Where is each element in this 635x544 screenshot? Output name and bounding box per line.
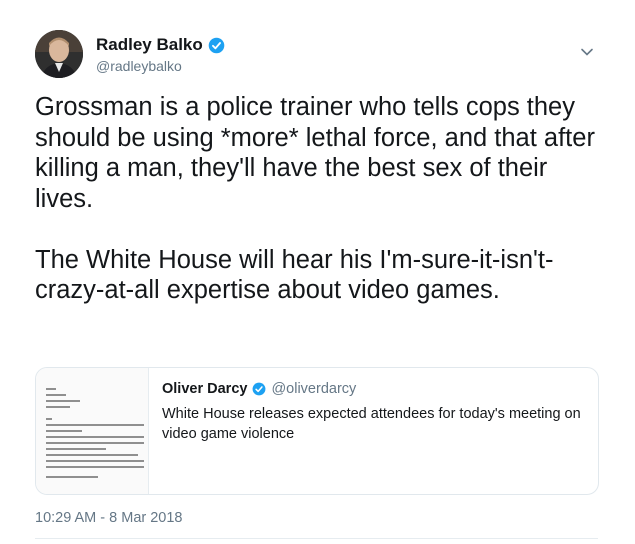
quoted-tweet-text: White House releases expected attendees …	[162, 406, 581, 442]
quoted-tweet-thumbnail	[36, 368, 149, 494]
author-name[interactable]: Radley Balko	[96, 35, 225, 55]
avatar-photo	[35, 30, 83, 78]
document-thumbnail-image	[46, 388, 144, 478]
quoted-tweet-header: Oliver Darcy @oliverdarcy	[162, 381, 356, 397]
tweet-text: Grossman is a police trainer who tells c…	[35, 93, 595, 304]
tweet-timestamp[interactable]: 10:29 AM - 8 Mar 2018	[35, 510, 183, 526]
quoted-author-name[interactable]: Oliver Darcy	[162, 381, 247, 397]
quoted-tweet-card[interactable]: Oliver Darcy @oliverdarcy White House re…	[35, 367, 599, 495]
quoted-author-handle[interactable]: @oliverdarcy	[271, 381, 356, 397]
verified-badge-icon	[253, 382, 266, 396]
verified-badge-icon	[208, 37, 225, 53]
author-handle[interactable]: @radleybalko	[96, 58, 182, 74]
author-name-text[interactable]: Radley Balko	[96, 35, 203, 55]
divider	[35, 538, 598, 539]
chevron-down-icon[interactable]	[578, 43, 596, 61]
author-avatar[interactable]	[35, 30, 83, 78]
